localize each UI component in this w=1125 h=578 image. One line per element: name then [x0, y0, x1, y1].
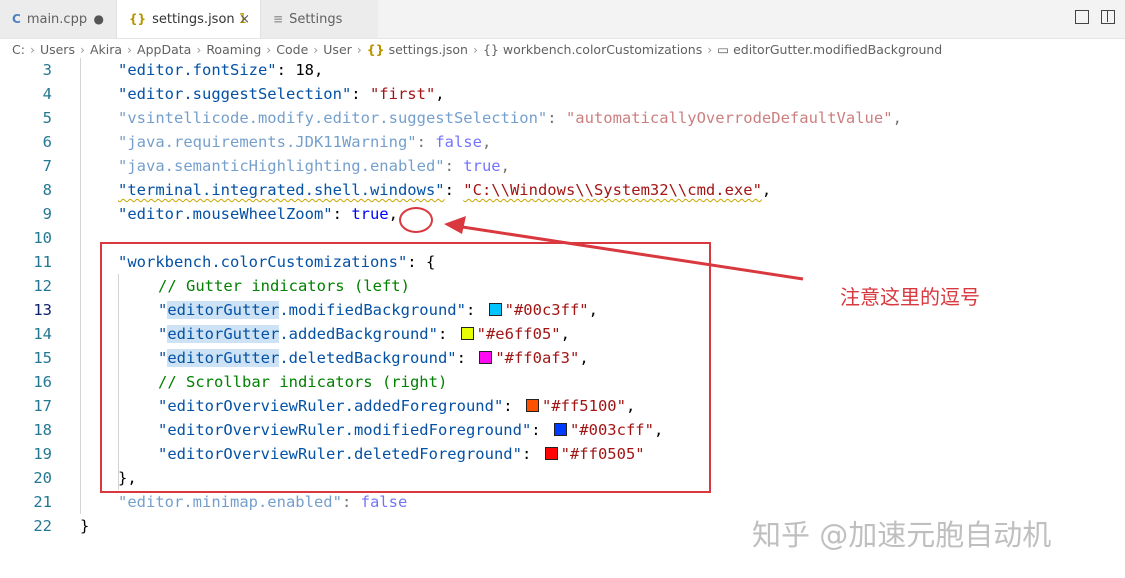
annotation-text: 注意这里的逗号 [840, 285, 980, 309]
watermark: 知乎 @加速元胞自动机 [752, 518, 1052, 552]
